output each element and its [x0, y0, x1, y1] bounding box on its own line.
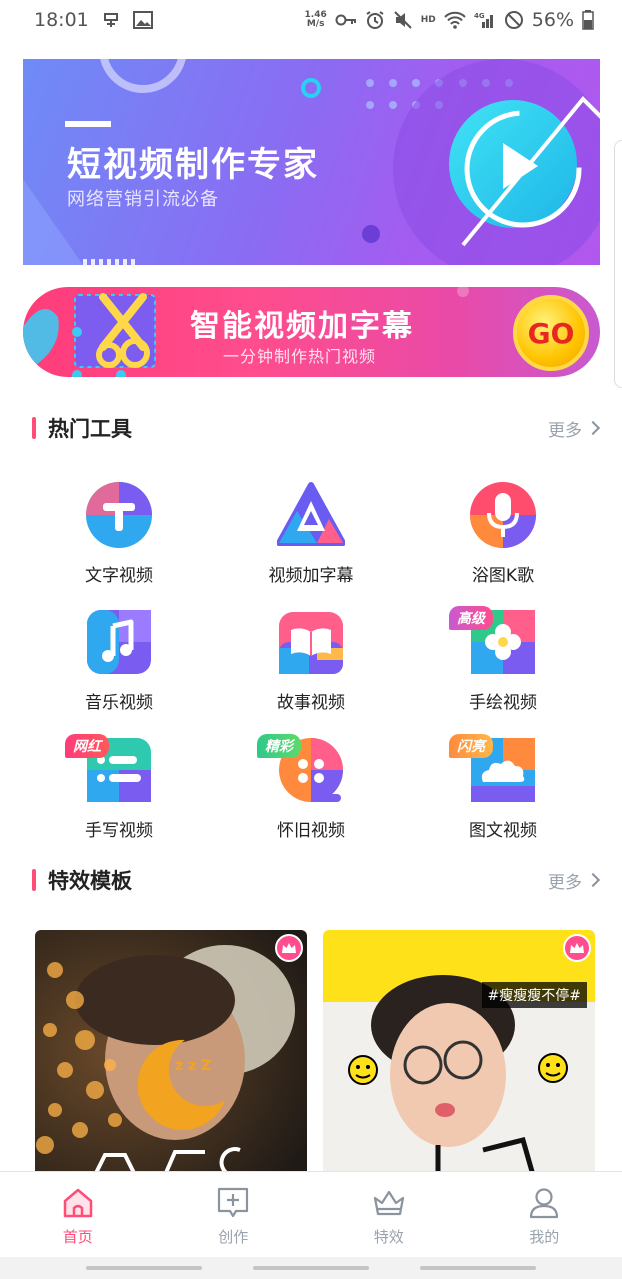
create-plus-icon [218, 1187, 249, 1218]
premium-crown-icon [275, 934, 303, 962]
tool-bath-karaoke[interactable]: 浴图K歌 [413, 481, 593, 586]
gesture-handle[interactable] [420, 1266, 537, 1270]
template-hashtag: #瘦瘦瘦不停# [481, 982, 587, 1008]
banner-title: 短视频制作专家 [67, 145, 319, 185]
microphone-icon [469, 481, 537, 549]
go-button[interactable]: GO [513, 295, 589, 371]
do-not-disturb-icon [504, 10, 524, 30]
side-drawer-handle[interactable] [614, 140, 622, 388]
key-icon [335, 13, 357, 27]
tool-label: 故事视频 [277, 693, 345, 713]
tool-label: 手绘视频 [469, 693, 537, 713]
battery-percent: 56% [531, 9, 574, 31]
section-accent-bar [32, 869, 36, 891]
tool-label: 怀旧视频 [277, 821, 345, 841]
nav-profile[interactable]: 我的 [467, 1172, 622, 1257]
system-gesture-bar [0, 1257, 622, 1279]
alarm-icon [365, 10, 385, 30]
home-icon [63, 1188, 92, 1218]
network-type-label: 4G [474, 12, 485, 20]
banner-subtitle-promo[interactable]: 智能视频加字幕 一分钟制作热门视频 GO [23, 287, 600, 377]
gesture-handle[interactable] [85, 1266, 202, 1270]
hd-indicator: HD [420, 15, 436, 25]
crown-icon [373, 1190, 404, 1216]
book-icon [277, 608, 345, 676]
tool-music-video[interactable]: 音乐视频 [29, 608, 209, 713]
tool-label: 文字视频 [85, 566, 153, 586]
text-t-icon [85, 481, 153, 549]
effects-more-link[interactable]: 更多 [548, 868, 601, 893]
hot-tools-header: 热门工具 更多 [32, 413, 601, 443]
svg-text:z z Z: z z Z [175, 1058, 211, 1074]
mute-icon [393, 10, 413, 30]
tool-video-subtitle[interactable]: 视频加字幕 [221, 481, 401, 586]
chevron-right-icon [585, 420, 601, 436]
tool-story-video[interactable]: 故事视频 [221, 608, 401, 713]
badge-featured: 精彩 [257, 734, 301, 758]
banner-subtitle: 网络营销引流必备 [67, 189, 219, 210]
section-accent-bar [32, 417, 36, 439]
tool-handwriting-video[interactable]: 网红 手写视频 [29, 734, 209, 841]
music-note-icon [85, 608, 153, 676]
promo-title: 智能视频加字幕 [190, 309, 414, 344]
hot-tools-more-link[interactable]: 更多 [548, 416, 601, 441]
bottom-nav: 首页 创作 特效 我的 [0, 1171, 622, 1257]
signal-icon: 4G [474, 11, 496, 29]
status-bar: 18:01 1.46 M/s HD 4G 56% [0, 0, 622, 40]
network-speed: 1.46 M/s [304, 10, 327, 29]
chevron-right-icon [585, 872, 601, 888]
battery-icon [582, 10, 594, 30]
tool-label: 浴图K歌 [471, 566, 535, 586]
nav-home[interactable]: 首页 [0, 1172, 156, 1257]
status-time: 18:01 [34, 9, 89, 31]
banner-video-expert[interactable]: 短视频制作专家 网络营销引流必备 [23, 59, 600, 265]
tool-hand-drawn-video[interactable]: 高级 手绘视频 [413, 606, 593, 713]
nav-create[interactable]: 创作 [156, 1172, 312, 1257]
template-card-moon-sleep[interactable]: z z Z [35, 930, 307, 1175]
tool-label: 音乐视频 [85, 693, 153, 713]
nav-effects[interactable]: 特效 [311, 1172, 467, 1257]
banner-accent-dash [65, 121, 111, 127]
triangle-a-icon [276, 481, 346, 549]
tool-text-video[interactable]: 文字视频 [29, 481, 209, 586]
promo-subtitle: 一分钟制作热门视频 [223, 347, 377, 366]
badge-shiny: 闪亮 [449, 734, 493, 758]
tool-label: 视频加字幕 [268, 566, 354, 586]
template-thumbnail: z z Z [35, 930, 307, 1175]
tool-label: 图文视频 [469, 821, 537, 841]
hot-tools-title: 热门工具 [48, 417, 132, 441]
badge-premium: 高级 [449, 606, 493, 630]
gesture-handle[interactable] [252, 1266, 369, 1270]
app-notification-icon [101, 10, 121, 30]
template-card-slim[interactable]: #瘦瘦瘦不停# [323, 930, 595, 1175]
effects-title: 特效模板 [48, 869, 132, 893]
premium-crown-icon [563, 934, 591, 962]
profile-icon [530, 1188, 559, 1219]
gallery-icon [132, 11, 153, 29]
wifi-icon [444, 11, 466, 29]
template-thumbnail [323, 930, 595, 1175]
tool-nostalgia-video[interactable]: 精彩 怀旧视频 [221, 734, 401, 841]
badge-trending: 网红 [65, 734, 109, 758]
tool-image-text-video[interactable]: 闪亮 图文视频 [413, 734, 593, 841]
tool-label: 手写视频 [85, 821, 153, 841]
effects-header: 特效模板 更多 [32, 865, 601, 895]
